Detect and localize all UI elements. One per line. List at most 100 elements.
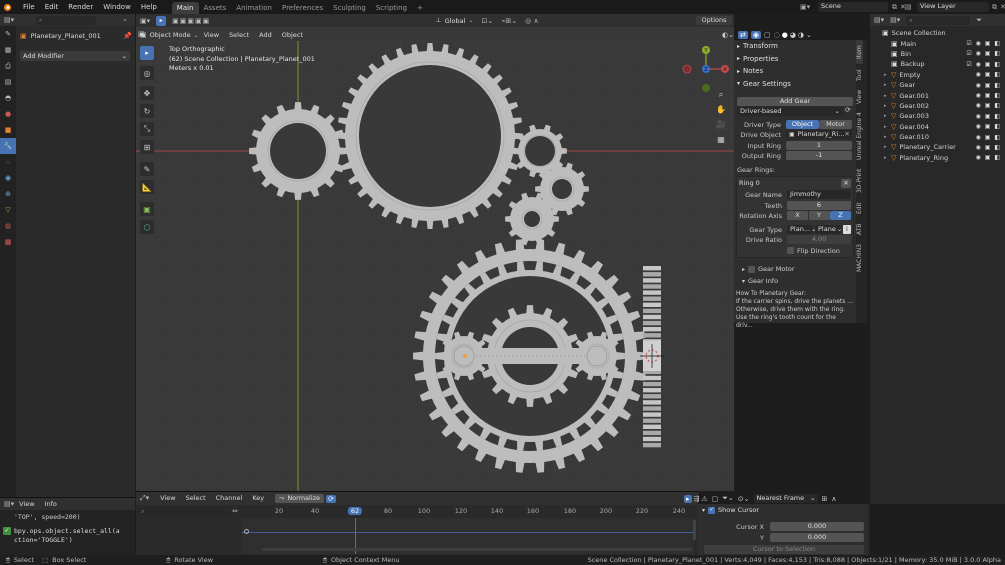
add-workspace-button[interactable]: + — [412, 2, 428, 14]
timeline-menu-view[interactable]: View — [155, 492, 180, 505]
new-scene-icon[interactable]: ⧉ — [892, 3, 897, 12]
visibility-toggles[interactable]: ☑ ◉ ▣ ◧ — [966, 40, 1001, 47]
tool-tab-icon[interactable]: ✎ — [0, 26, 16, 42]
rotate-tool-icon[interactable]: ↻ — [140, 104, 154, 118]
world-tab-icon[interactable]: ● — [0, 106, 16, 122]
expand-arrow-icon[interactable]: ▸ — [884, 82, 891, 88]
gear-type-dropdown[interactable]: Plan... ⌄ — [787, 225, 816, 234]
axis-z-button[interactable]: Z — [830, 211, 851, 220]
filter-select-icon[interactable]: ▸ — [684, 494, 692, 503]
info-menu-view[interactable]: View — [14, 498, 39, 510]
viewport-menu-object[interactable]: Object — [277, 30, 308, 40]
visibility-toggles[interactable]: ◉ ▣ ◧ — [976, 113, 1001, 120]
gear-tool-icon[interactable]: ⬡ — [140, 220, 154, 234]
outliner-item[interactable]: ▸ ▽ Planetary_Carrier ◉ ▣ ◧ — [870, 142, 1005, 152]
cursor-x-field[interactable]: 0.000 — [770, 522, 864, 531]
cursor-y-field[interactable]: 0.000 — [770, 533, 864, 542]
timeline-menu-select[interactable]: Select — [181, 492, 211, 505]
properties-search[interactable]: ⌕ — [36, 15, 96, 25]
checkbox-icon[interactable] — [748, 265, 756, 273]
driver-type-motor-button[interactable]: Motor — [819, 120, 852, 129]
warning-icon[interactable]: ⚠ — [701, 495, 707, 503]
view-layer-icon[interactable]: ▤ — [905, 3, 917, 11]
axis-y-button[interactable]: Y — [808, 211, 830, 220]
shading-material-icon[interactable]: ◕ — [790, 31, 796, 39]
panel-transform[interactable]: ▸ Transform — [734, 40, 856, 53]
outliner-search[interactable]: ⌕ — [906, 15, 971, 25]
tab-animation[interactable]: Animation — [231, 2, 277, 14]
proportional-icon[interactable]: ∧ — [831, 495, 836, 503]
vertical-scrollbar[interactable] — [693, 520, 696, 540]
sidebar-tab-tool[interactable]: Tool — [856, 64, 863, 86]
outliner-editor-type-icon[interactable]: ▤▾ — [874, 16, 884, 24]
input-ring-field[interactable]: 1 — [786, 141, 852, 150]
gear-plane-dropdown[interactable]: Plane ⌄ — [815, 225, 842, 234]
navigation-gizmo[interactable]: Y X Z — [681, 44, 731, 94]
expand-arrow-icon[interactable]: ▸ — [884, 134, 891, 140]
options-button[interactable]: Options — [696, 16, 732, 25]
visibility-toggles[interactable]: ◉ ▣ ◧ — [976, 123, 1001, 130]
outliner-item[interactable]: ▣ Backup ☑ ◉ ▣ ◧ — [870, 59, 1005, 69]
particles-tab-icon[interactable]: ∴ — [0, 154, 16, 170]
expand-arrow-icon[interactable]: ▸ — [884, 93, 891, 99]
data-tab-icon[interactable]: ▽ — [0, 202, 16, 218]
shading-options-icon[interactable]: ⌄ — [806, 31, 812, 39]
object-name[interactable]: Planetary_Planet_001 — [31, 32, 101, 40]
select-tool-icon[interactable]: ▸ — [156, 15, 167, 26]
panel-gear-settings[interactable]: ▾ Gear Settings — [734, 78, 856, 91]
blender-logo-icon[interactable] — [0, 0, 14, 14]
horizontal-scrollbar[interactable] — [262, 548, 692, 551]
ghost-icon[interactable]: ⇶ — [694, 495, 700, 503]
shading-wire-icon[interactable]: ◌ — [774, 31, 780, 39]
timeline-menu-key[interactable]: Key — [247, 492, 269, 505]
tab-assets[interactable]: Assets — [199, 2, 232, 14]
material-tab-icon[interactable]: ◍ — [0, 218, 16, 234]
outliner-scene-collection[interactable]: ▣ Scene Collection — [870, 28, 1005, 38]
teeth-field[interactable]: 6 — [787, 201, 851, 210]
panel-notes[interactable]: ▸ Notes — [734, 65, 856, 78]
expand-arrow-icon[interactable]: ▸ — [884, 155, 891, 161]
flip-direction-checkbox[interactable]: Flip Direction — [787, 246, 840, 255]
outliner-item[interactable]: ▣ Bin ☑ ◉ ▣ ◧ — [870, 49, 1005, 59]
outliner-item[interactable]: ▸ ▽ Gear.003 ◉ ▣ ◧ — [870, 111, 1005, 121]
keyframe-point[interactable] — [244, 529, 249, 534]
menu-window[interactable]: Window — [98, 0, 136, 14]
shading-solid-icon[interactable]: ● — [782, 31, 788, 39]
panel-properties[interactable]: ▸ Properties — [734, 53, 856, 66]
tab-preferences[interactable]: Preferences — [277, 2, 328, 14]
transform-orientation[interactable]: Global — [445, 17, 466, 25]
render-tab-icon[interactable]: ▦ — [0, 42, 16, 58]
move-tool-icon[interactable]: ✥ — [140, 86, 154, 100]
add-cube-tool-icon[interactable]: ▣ — [140, 202, 154, 216]
panel-gear-motor[interactable]: ▸ Gear Motor — [742, 264, 795, 274]
current-frame-indicator[interactable]: 62 — [347, 507, 363, 515]
scale-tool-icon[interactable]: ⤡ — [140, 122, 154, 136]
editor-type-icon[interactable]: ▤▾ — [4, 16, 14, 24]
channel-search[interactable]: ⌕ — [138, 507, 230, 516]
checkbox-icon[interactable]: ✓ — [708, 506, 716, 514]
snap-add-icon[interactable]: ⊞ — [822, 495, 828, 503]
driver-type-object-button[interactable]: Object — [786, 120, 819, 129]
timeline-editor-type-icon[interactable]: ⤢▾ — [140, 494, 149, 503]
menu-help[interactable]: Help — [136, 0, 162, 14]
viewport-menu-add[interactable]: Add — [254, 30, 277, 40]
object-mode-dropdown[interactable]: Object Mode — [150, 31, 191, 39]
filter-icon[interactable]: ⏷ — [976, 16, 982, 25]
snap-icon[interactable]: ⌁⊞⌄ — [501, 17, 517, 25]
scene-field[interactable]: Scene — [818, 2, 888, 12]
sidebar-tab-item[interactable]: Item — [856, 40, 863, 64]
proportional-edit-icon[interactable]: ◎ ∧ — [525, 17, 538, 25]
panel-gear-info[interactable]: ▾ Gear Info — [742, 276, 778, 286]
shading-render-icon[interactable]: ◑ — [798, 31, 804, 39]
xray-icon[interactable]: ▢ — [764, 31, 771, 39]
select-box-tool-icon[interactable]: ▸ — [140, 46, 154, 60]
modifier-tab-icon[interactable]: 🔧 — [0, 138, 16, 154]
channel-region-toggle-icon[interactable]: ⇔ — [232, 507, 238, 515]
scene-tab-icon[interactable]: ◓ — [0, 90, 16, 106]
tab-main[interactable]: Main — [171, 1, 199, 14]
viewport-canvas[interactable] — [136, 41, 734, 491]
view-layer-field[interactable]: View Layer — [917, 2, 989, 12]
physics-tab-icon[interactable]: ◉ — [0, 170, 16, 186]
drive-object-field[interactable]: ▣ Planetary_Ri... ✕ — [786, 130, 852, 139]
transform-tool-icon[interactable]: ⊞ — [140, 140, 154, 154]
